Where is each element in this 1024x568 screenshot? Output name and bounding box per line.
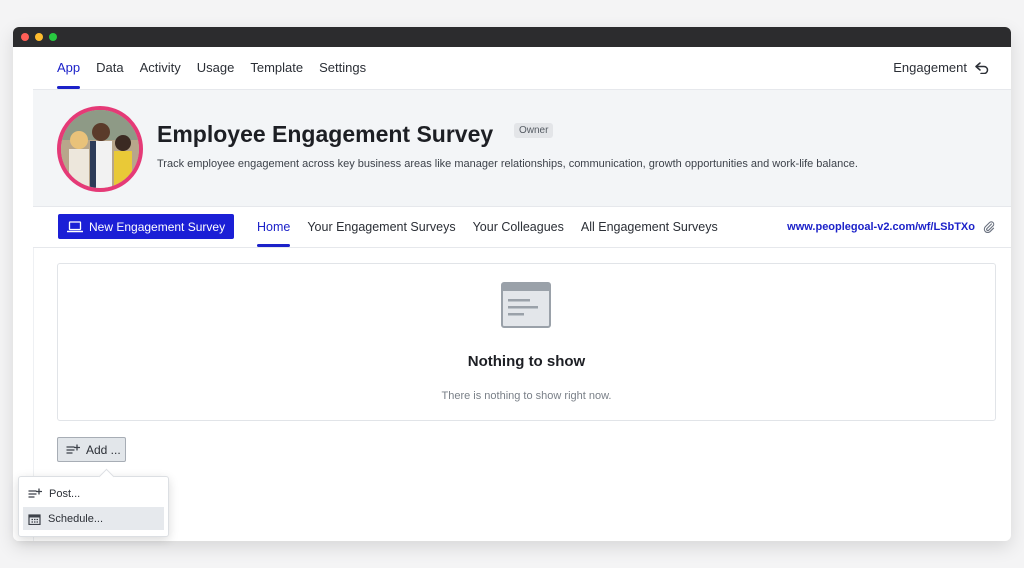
page-title: Employee Engagement Survey: [157, 121, 494, 147]
tab-your-engagement-surveys[interactable]: Your Engagement Surveys: [307, 207, 455, 247]
menu-item-schedule-label: Schedule...: [48, 512, 104, 525]
app-window: App Data Activity Usage Template Setting…: [13, 27, 1011, 541]
app-url: www.peoplegoal-v2.com/wf/LSbTXo: [787, 221, 975, 233]
app-description: Track employee engagement across key bus…: [157, 158, 858, 170]
laptop-icon: [67, 220, 83, 232]
tab-activity[interactable]: Activity: [140, 47, 181, 89]
menu-item-schedule[interactable]: Schedule...: [23, 507, 164, 530]
tab-data[interactable]: Data: [96, 47, 123, 89]
menu-item-post-label: Post...: [49, 487, 81, 500]
calendar-icon: [28, 513, 41, 525]
add-button-label: Add ...: [86, 442, 121, 457]
empty-state-subtext: There is nothing to show right now.: [441, 390, 612, 402]
app-avatar: [57, 106, 143, 192]
tab-settings[interactable]: Settings: [319, 47, 366, 89]
engagement-label: Engagement: [893, 60, 967, 75]
new-engagement-survey-button[interactable]: New Engagement Survey: [58, 214, 235, 239]
close-window-button[interactable]: [21, 33, 29, 41]
empty-state-heading: Nothing to show: [467, 353, 586, 370]
paperclip-icon[interactable]: [983, 221, 995, 233]
window-titlebar: [13, 27, 1011, 47]
tab-template[interactable]: Template: [250, 47, 303, 89]
section-navigation: New Engagement Survey Home Your Engageme…: [33, 207, 1011, 248]
new-engagement-survey-label: New Engagement Survey: [89, 219, 226, 234]
left-sidebar-strip: [13, 47, 34, 541]
menu-item-post[interactable]: Post...: [23, 482, 164, 505]
tab-home[interactable]: Home: [257, 207, 291, 247]
tab-all-engagement-surveys[interactable]: All Engagement Surveys: [581, 207, 718, 247]
empty-state-card: Nothing to show There is nothing to show…: [57, 263, 996, 421]
app-header: Employee Engagement Survey Owner Track e…: [33, 90, 1011, 207]
maximize-window-button[interactable]: [49, 33, 57, 41]
tab-usage[interactable]: Usage: [197, 47, 235, 89]
owner-badge: Owner: [514, 123, 554, 138]
add-menu: Post... Schedule...: [18, 468, 169, 537]
add-menu-popup: Post... Schedule...: [18, 468, 169, 537]
undo-arrow-icon: [975, 62, 989, 74]
minimize-window-button[interactable]: [35, 33, 43, 41]
tab-your-colleagues[interactable]: Your Colleagues: [473, 207, 564, 247]
engagement-link[interactable]: Engagement: [893, 47, 989, 89]
post-add-icon: [28, 488, 42, 498]
empty-document-icon: [501, 282, 551, 328]
add-button[interactable]: Add ...: [57, 437, 126, 462]
top-tabs: App Data Activity Usage Template Setting…: [57, 47, 366, 89]
top-navigation: App Data Activity Usage Template Setting…: [33, 47, 1011, 90]
section-tabs: Home Your Engagement Surveys Your Collea…: [257, 207, 718, 247]
tab-app[interactable]: App: [57, 47, 81, 89]
post-add-icon: [66, 444, 80, 454]
app-url-link[interactable]: www.peoplegoal-v2.com/wf/LSbTXo: [787, 207, 995, 247]
